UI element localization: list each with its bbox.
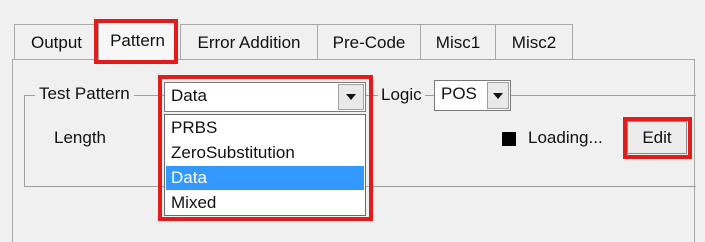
- tab-misc1-label: Misc1: [435, 32, 481, 52]
- tab-output-label: Output: [30, 32, 83, 52]
- chevron-down-icon: [346, 94, 356, 100]
- test-pattern-select[interactable]: Data: [164, 82, 366, 112]
- tab-output[interactable]: Output: [14, 24, 99, 60]
- edit-button[interactable]: Edit: [627, 121, 687, 154]
- test-pattern-dropdown-list: PRBS ZeroSubstitution Data Mixed: [164, 114, 366, 216]
- dropdown-option-prbs[interactable]: PRBS: [166, 116, 364, 140]
- test-pattern-group-label: Test Pattern: [35, 84, 134, 104]
- tab-pre-code-label: Pre-Code: [332, 32, 406, 52]
- test-pattern-select-value: Data: [171, 86, 207, 105]
- dropdown-option-data[interactable]: Data: [166, 166, 364, 190]
- logic-select-value: POS: [441, 84, 477, 103]
- dropdown-option-zerosubstitution[interactable]: ZeroSubstitution: [166, 141, 364, 165]
- loading-status-text: Loading...: [528, 128, 603, 147]
- tab-pattern[interactable]: Pattern: [98, 20, 177, 61]
- length-label: Length: [54, 128, 106, 147]
- dropdown-option-mixed[interactable]: Mixed: [166, 191, 364, 215]
- logic-select[interactable]: POS: [434, 80, 511, 111]
- tab-error-addition[interactable]: Error Addition: [180, 24, 318, 60]
- logic-label: Logic: [378, 85, 425, 105]
- logic-dropdown-button[interactable]: [487, 82, 509, 109]
- test-pattern-dropdown-button[interactable]: [338, 84, 364, 110]
- tab-misc2[interactable]: Misc2: [495, 24, 573, 60]
- edit-button-label: Edit: [642, 127, 672, 147]
- tab-misc2-label: Misc2: [511, 32, 557, 52]
- chevron-down-icon: [493, 92, 503, 99]
- tab-pre-code[interactable]: Pre-Code: [317, 24, 421, 60]
- tab-pattern-label: Pattern: [110, 31, 165, 50]
- tab-misc1[interactable]: Misc1: [420, 24, 496, 60]
- loading-indicator-icon: [502, 132, 516, 146]
- tab-error-addition-label: Error Addition: [197, 32, 301, 52]
